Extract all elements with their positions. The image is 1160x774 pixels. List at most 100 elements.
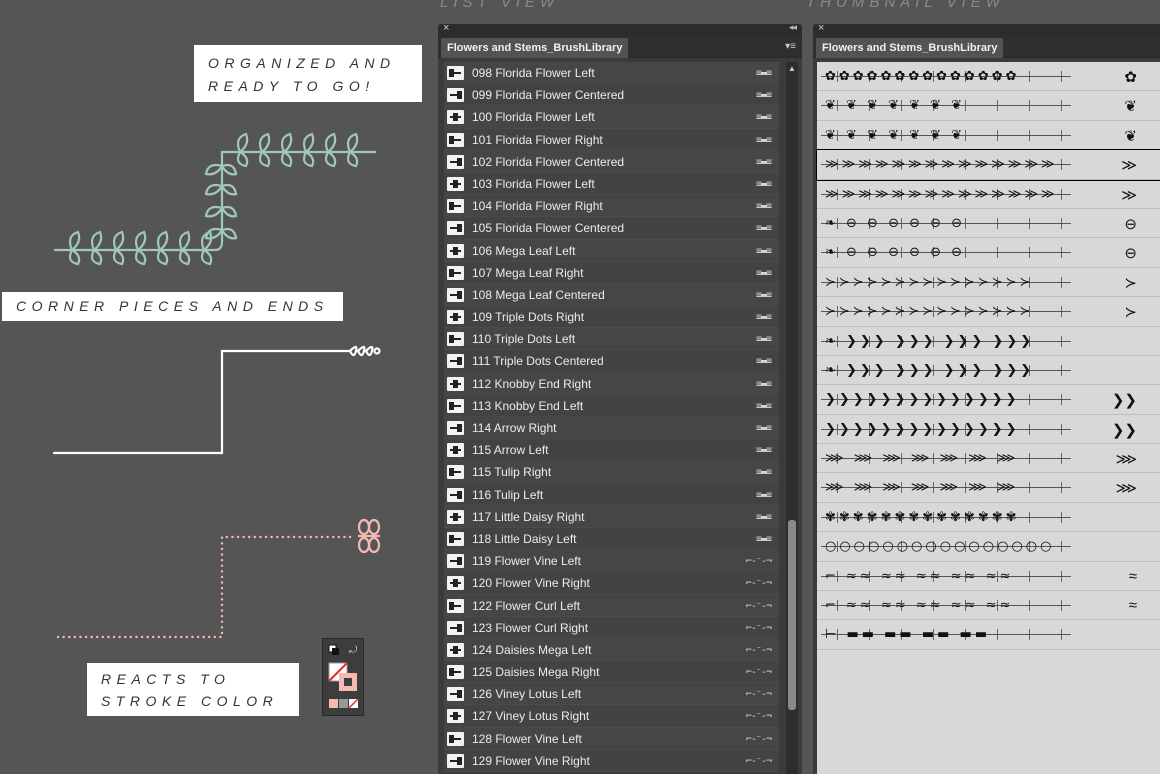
brush-row[interactable]: 105 Florida Flower Centered ≡▬≡ bbox=[444, 217, 779, 240]
brush-row[interactable]: 110 Triple Dots Left ≡▬≡ bbox=[444, 328, 779, 351]
brush-name: 108 Mega Leaf Centered bbox=[472, 287, 605, 302]
brush-preview-icon bbox=[447, 443, 464, 458]
brush-row[interactable]: 103 Florida Flower Left ≡▬≡ bbox=[444, 172, 779, 196]
list-scrollbar[interactable]: ▲ bbox=[786, 62, 798, 774]
brush-preview-icon bbox=[447, 310, 464, 325]
art-brush-icon: ≡▬≡ bbox=[755, 267, 772, 279]
brush-row[interactable]: 102 Florida Flower Centered ≡▬≡ bbox=[444, 150, 779, 173]
thumbnail-row[interactable]: ✾✾✾✾✾✾✾✾✾✾✾✾✾✾ bbox=[817, 503, 1160, 533]
thumbnail-row[interactable]: ❯❯❯❯❯❯❯❯❯❯❯❯❯❯ ❯❯ bbox=[817, 385, 1160, 415]
thumbnail-row[interactable]: ⊢ ▬▬ ▬▬ ▬▬ ▬▬ bbox=[817, 620, 1160, 650]
brush-row[interactable]: 099 Florida Flower Centered ≡▬≡ bbox=[444, 84, 779, 107]
thumbnail-row[interactable]: ❧ ⊖ ⊖ ⊖ ⊖ ⊖ ⊖ ⊖ bbox=[817, 238, 1160, 268]
brush-row[interactable]: 108 Mega Leaf Centered ≡▬≡ bbox=[444, 283, 779, 307]
brush-preview-icon bbox=[447, 66, 464, 80]
thumbnail-row[interactable]: ○○○○○○○○○○○○○○○○ bbox=[817, 532, 1160, 562]
brush-row[interactable]: 125 Daisies Mega Right ⌐-⁻-¬ bbox=[444, 661, 779, 684]
thumbnail-row[interactable]: ⋙ ⋙ ⋙ ⋙ ⋙ ⋙ ⋙ ⋙ bbox=[817, 473, 1160, 503]
brush-row[interactable]: 118 Little Daisy Left ≡▬≡ bbox=[444, 527, 779, 551]
brush-row[interactable]: 120 Flower Vine Right ⌐-⁻-¬ bbox=[444, 572, 779, 595]
brush-row[interactable]: 115 Arrow Left ≡▬≡ bbox=[444, 439, 779, 462]
brush-preview-icon bbox=[447, 88, 464, 103]
thumbnail-row[interactable]: ⌐ ≈≈ ≈≈ ≈≈ ≈≈ ≈≈ ≈ bbox=[817, 591, 1160, 621]
brush-preview-icon bbox=[447, 398, 464, 413]
brush-row[interactable]: 115 Tulip Right ≡▬≡ bbox=[444, 461, 779, 484]
brush-row[interactable]: 106 Mega Leaf Left ≡▬≡ bbox=[444, 239, 779, 262]
thumbnail-row[interactable]: ≻≻≻≻≻≻≻≻≻≻≻≻≻≻≻ ≻ bbox=[817, 297, 1160, 327]
brush-row[interactable]: 109 Triple Dots Right ≡▬≡ bbox=[444, 306, 779, 329]
brush-preview-icon bbox=[447, 376, 464, 391]
brush-name: 119 Flower Vine Left bbox=[472, 554, 581, 569]
brush-end-icon: ❦ bbox=[1124, 127, 1137, 145]
close-icon[interactable]: × bbox=[443, 24, 449, 34]
scroll-thumb[interactable] bbox=[788, 520, 796, 710]
brush-row[interactable]: 107 Mega Leaf Right ≡▬≡ bbox=[444, 261, 779, 284]
brush-preview-icon bbox=[447, 154, 464, 169]
collapse-icon[interactable]: ◂◂ bbox=[789, 24, 797, 33]
thumbnail-row[interactable]: ❦ ❦ ❦ ❦ ❦ ❦ ❦ ❦ bbox=[817, 91, 1160, 121]
brush-row[interactable]: 122 Flower Curl Left ⌐-⁻-¬ bbox=[444, 594, 779, 617]
organized-caption-line2: READY TO GO! bbox=[208, 78, 375, 94]
brush-row[interactable]: 098 Florida Flower Left ≡▬≡ bbox=[444, 62, 779, 85]
thumbnail-row[interactable]: ❧ ⊖ ⊖ ⊖ ⊖ ⊖ ⊖ ⊖ bbox=[817, 209, 1160, 239]
art-brush-icon: ≡▬≡ bbox=[755, 112, 772, 124]
art-brush-icon: ≡▬≡ bbox=[755, 156, 772, 168]
brush-row[interactable]: 116 Tulip Left ≡▬≡ bbox=[444, 483, 779, 506]
brush-name: 106 Mega Leaf Left bbox=[472, 243, 576, 258]
brush-name: 100 Florida Flower Left bbox=[472, 110, 595, 125]
art-brush-icon: ≡▬≡ bbox=[755, 312, 772, 324]
brush-row[interactable]: 123 Flower Curl Right ⌐-⁻-¬ bbox=[444, 616, 779, 639]
tab-brush-library[interactable]: Flowers and Stems_BrushLibrary bbox=[816, 38, 1004, 58]
thumbnail-row[interactable]: ⋙ ⋙ ⋙ ⋙ ⋙ ⋙ ⋙ ⋙ bbox=[817, 444, 1160, 474]
thumbnail-row[interactable]: ❧ ❯❯❯ ❯❯❯ ❯❯❯ ❯❯❯ bbox=[817, 356, 1160, 386]
brush-row[interactable]: 111 Triple Dots Centered ≡▬≡ bbox=[444, 350, 779, 373]
art-brush-icon: ≡▬≡ bbox=[755, 178, 772, 190]
brush-row[interactable]: 126 Viney Lotus Left ⌐-⁻-¬ bbox=[444, 683, 779, 706]
brush-thumbnail-icon: ⌐ ≈≈ ≈≈ ≈≈ ≈≈ ≈≈ bbox=[825, 599, 1014, 613]
art-brush-icon: ≡▬≡ bbox=[755, 511, 772, 523]
brush-preview-icon bbox=[447, 620, 464, 635]
brush-end-icon: ≫ bbox=[1121, 186, 1137, 204]
brush-row[interactable]: 129 Flower Vine Right ⌐-⁻-¬ bbox=[444, 749, 779, 772]
brush-row[interactable]: 128 Flower Vine Left ⌐-⁻-¬ bbox=[444, 727, 779, 750]
thumbnail-row[interactable]: ≻≻≻≻≻≻≻≻≻≻≻≻≻≻≻ ≻ bbox=[817, 268, 1160, 298]
brush-row[interactable]: 127 Viney Lotus Right ⌐-⁻-¬ bbox=[444, 705, 779, 728]
brush-thumbnail-icon: ❦ ❦ ❦ ❦ ❦ ❦ ❦ bbox=[825, 99, 966, 113]
panel-titlebar: × bbox=[813, 24, 1160, 36]
thumbnail-row[interactable]: ❯❯❯❯❯❯❯❯❯❯❯❯❯❯ ❯❯ bbox=[817, 415, 1160, 445]
tab-brush-library[interactable]: Flowers and Stems_BrushLibrary bbox=[441, 38, 629, 58]
brush-row[interactable]: 117 Little Daisy Right ≡▬≡ bbox=[444, 505, 779, 528]
brush-row[interactable]: 119 Flower Vine Left ⌐-⁻-¬ bbox=[444, 550, 779, 573]
thumbnail-view-heading: THUMBNAIL VIEW bbox=[806, 0, 1005, 11]
reacts-caption: REACTS TO STROKE COLOR bbox=[87, 663, 299, 716]
brush-end-icon: ❦ bbox=[1124, 98, 1137, 116]
brush-row[interactable]: 114 Arrow Right ≡▬≡ bbox=[444, 417, 779, 440]
thumbnail-row[interactable]: ⌐ ≈≈ ≈≈ ≈≈ ≈≈ ≈≈ ≈ bbox=[817, 562, 1160, 592]
brush-thumbnail-icon: ❧ ❯❯❯ ❯❯❯ ❯❯❯ ❯❯❯ bbox=[825, 334, 1035, 348]
art-brush-icon: ≡▬≡ bbox=[755, 223, 772, 235]
brush-row[interactable]: 100 Florida Flower Left ≡▬≡ bbox=[444, 106, 779, 129]
fill-stroke-widget[interactable]: ⤾ bbox=[322, 638, 364, 716]
brush-name: 117 Little Daisy Right bbox=[472, 509, 585, 524]
thumbnail-grid: ✿✿✿✿✿✿✿✿✿✿✿✿✿✿ ✿ ❦ ❦ ❦ ❦ ❦ ❦ ❦ ❦ ❦ ❦ ❦ ❦ ❦ ❦… bbox=[816, 62, 1160, 774]
brush-row[interactable]: 113 Knobby End Left ≡▬≡ bbox=[444, 394, 779, 417]
brush-name: 105 Florida Flower Centered bbox=[472, 221, 625, 236]
brush-preview-icon bbox=[447, 576, 464, 591]
brush-name: 126 Viney Lotus Left bbox=[472, 687, 582, 702]
thumbnail-row[interactable]: ≫≫≫≫≫≫≫≫≫≫≫≫≫≫≫ ≫ bbox=[817, 180, 1160, 209]
brush-row[interactable]: 124 Daisies Mega Left ⌐-⁻-¬ bbox=[444, 638, 779, 662]
thumbnail-row[interactable]: ❦ ❦ ❦ ❦ ❦ ❦ ❦ ❦ bbox=[817, 121, 1160, 151]
brush-row[interactable]: 104 Florida Flower Right ≡▬≡ bbox=[444, 195, 779, 218]
brush-name: 104 Florida Flower Right bbox=[472, 199, 603, 214]
close-icon[interactable]: × bbox=[818, 24, 824, 34]
thumbnail-row[interactable]: ≫≫≫≫≫≫≫≫≫≫≫≫≫≫≫ ≫ bbox=[816, 149, 1160, 181]
thumbnail-row[interactable]: ✿✿✿✿✿✿✿✿✿✿✿✿✿✿ ✿ bbox=[817, 62, 1160, 92]
scroll-up-icon[interactable]: ▲ bbox=[788, 64, 796, 73]
brush-row[interactable]: 112 Knobby End Right ≡▬≡ bbox=[444, 372, 779, 395]
brush-name: 109 Triple Dots Right bbox=[472, 310, 585, 325]
brush-preview-icon bbox=[447, 465, 464, 480]
brush-preview-icon bbox=[447, 221, 464, 236]
panel-menu-icon[interactable]: ▾≡ bbox=[785, 41, 796, 52]
brush-row[interactable]: 101 Florida Flower Right ≡▬≡ bbox=[444, 128, 779, 151]
thumbnail-row[interactable]: ❧ ❯❯❯ ❯❯❯ ❯❯❯ ❯❯❯ bbox=[817, 327, 1160, 356]
